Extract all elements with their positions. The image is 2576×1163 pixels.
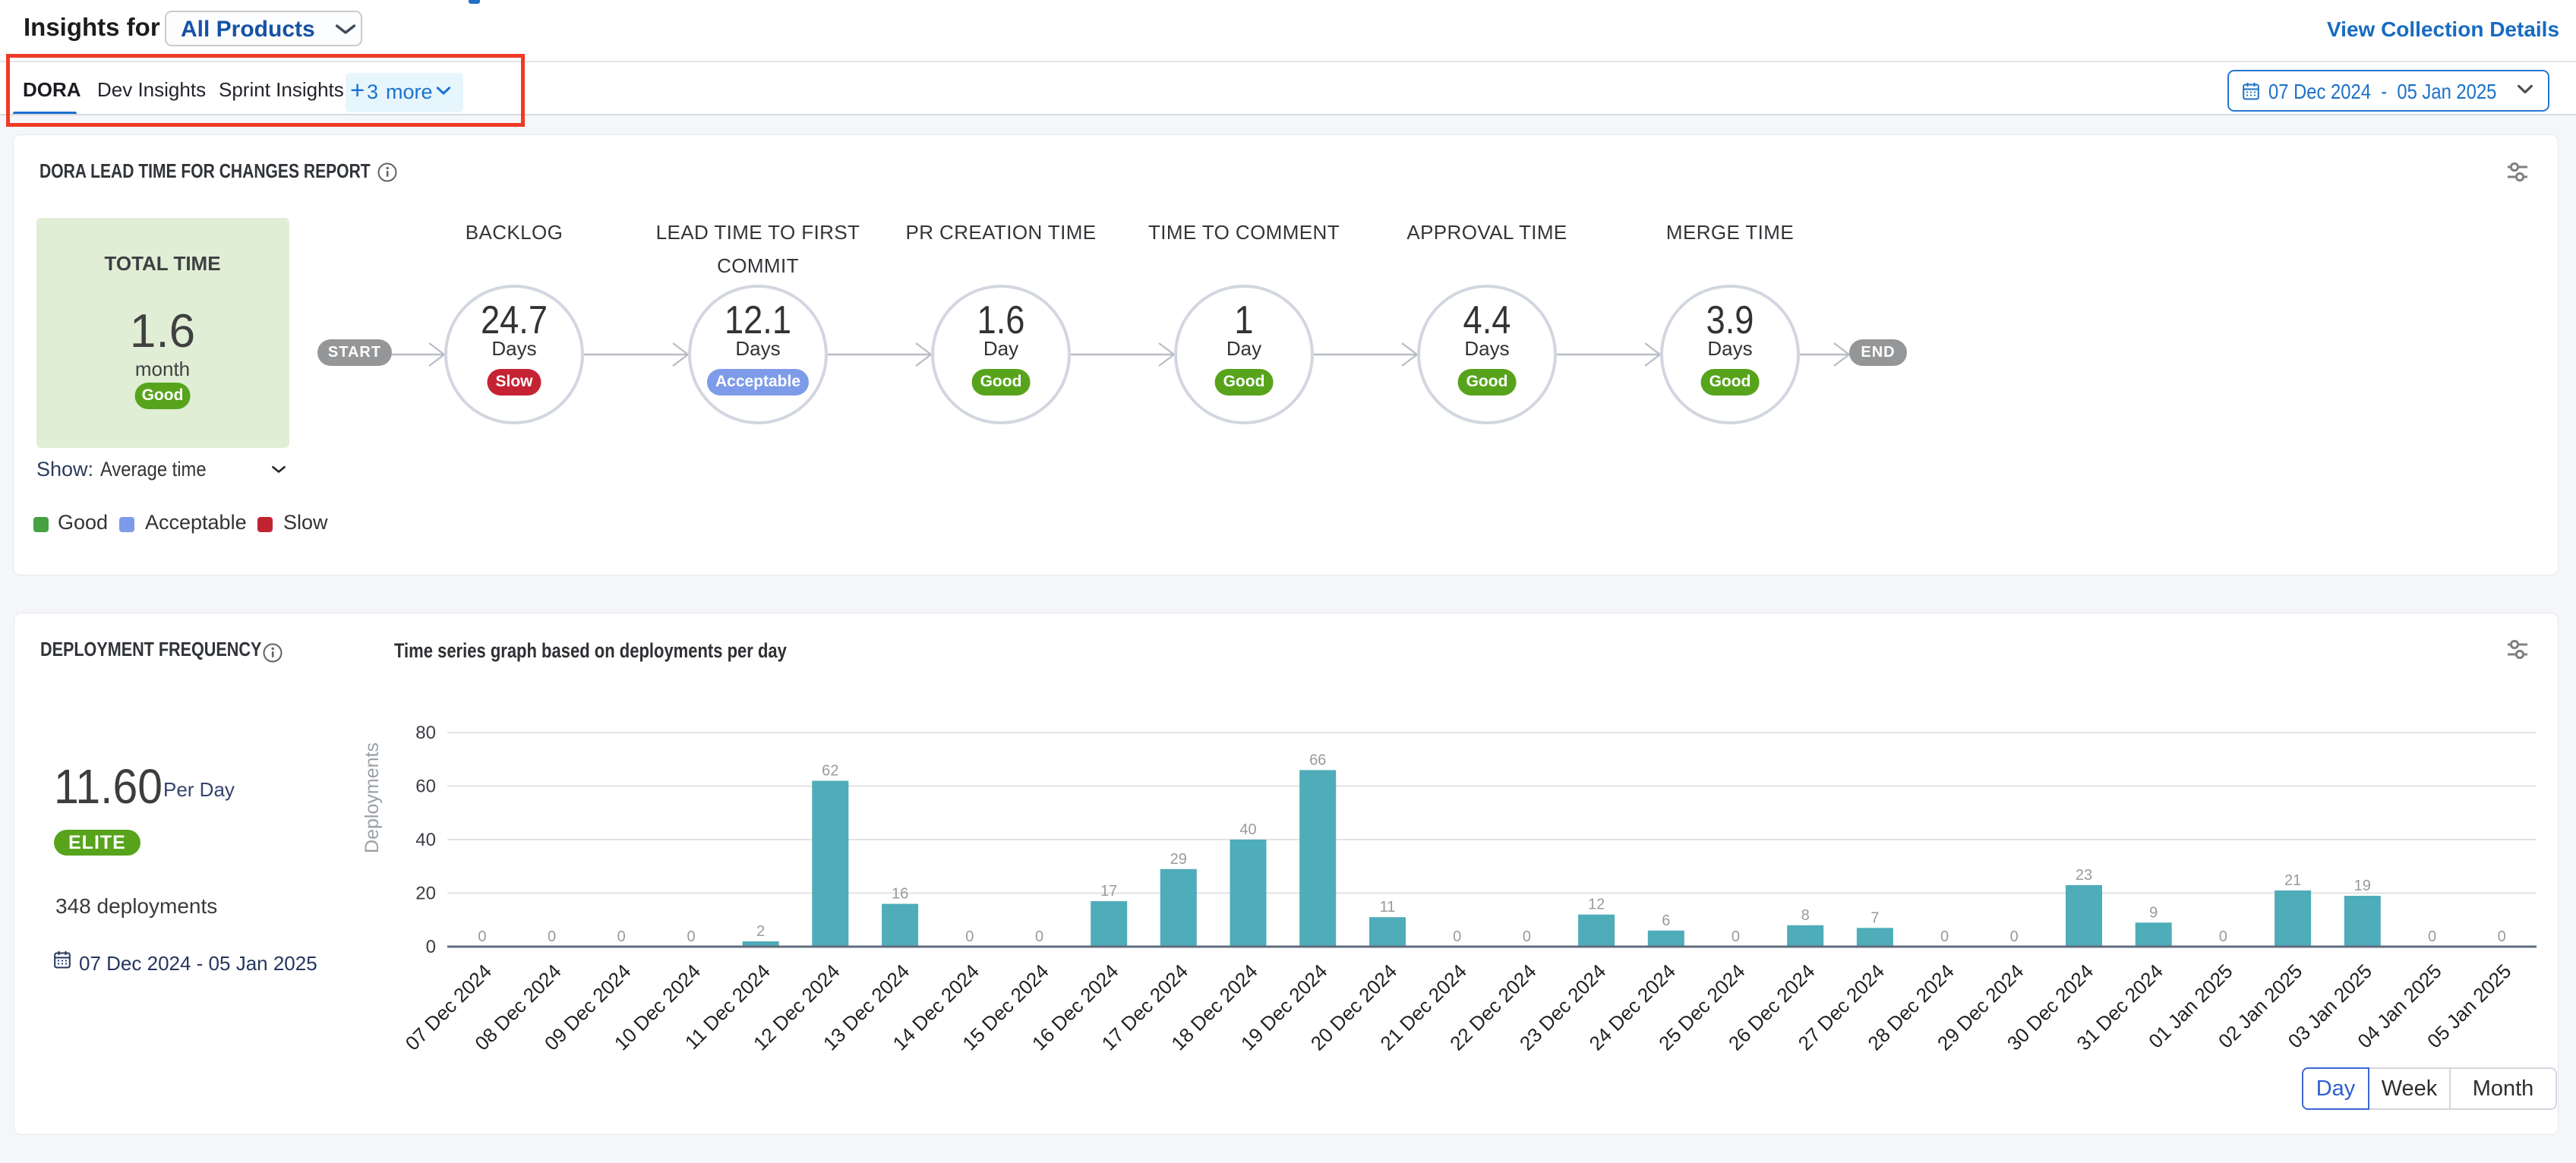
svg-text:62: 62 [822,763,838,780]
svg-text:8: 8 [1801,907,1810,924]
svg-text:12: 12 [1588,897,1605,913]
svg-text:21: 21 [2284,872,2301,889]
svg-text:16: 16 [892,886,908,903]
svg-text:0: 0 [548,928,556,945]
svg-text:29: 29 [1170,851,1187,868]
svg-text:0: 0 [2498,928,2506,945]
svg-text:2: 2 [756,923,765,940]
svg-text:6: 6 [1662,912,1670,929]
svg-text:0: 0 [1523,928,1531,945]
svg-text:Deployments: Deployments [361,742,383,853]
svg-text:23: 23 [2076,867,2092,884]
svg-text:0: 0 [426,937,436,957]
svg-text:0: 0 [1035,928,1043,945]
svg-text:11: 11 [1380,899,1396,916]
svg-text:0: 0 [2010,928,2019,945]
svg-text:0: 0 [478,928,486,945]
svg-text:0: 0 [1940,928,1949,945]
svg-text:0: 0 [687,928,695,945]
svg-text:0: 0 [2428,928,2436,945]
svg-text:40: 40 [415,830,436,850]
svg-text:0: 0 [2219,928,2227,945]
svg-text:20: 20 [415,884,436,904]
svg-text:40: 40 [1239,821,1256,838]
svg-text:0: 0 [965,928,974,945]
svg-text:0: 0 [617,928,626,945]
svg-text:66: 66 [1309,752,1326,768]
svg-text:19: 19 [2354,878,2371,894]
svg-text:17: 17 [1100,883,1117,900]
svg-text:7: 7 [1870,909,1879,926]
svg-text:80: 80 [415,723,436,743]
svg-text:0: 0 [1453,928,1461,945]
svg-text:9: 9 [2149,904,2158,921]
svg-text:60: 60 [415,777,436,797]
svg-text:0: 0 [1732,928,1740,945]
